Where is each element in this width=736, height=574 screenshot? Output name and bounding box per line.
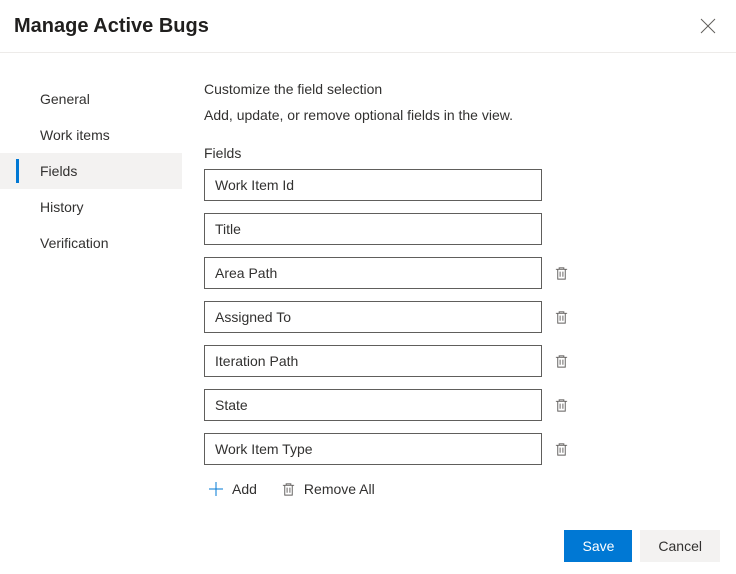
sidebar-item-label: Work items — [40, 127, 110, 143]
sidebar: General Work items Fields History Verifi… — [0, 53, 182, 501]
add-label: Add — [232, 481, 257, 497]
field-row — [204, 213, 722, 245]
delete-field-button[interactable] — [554, 310, 569, 325]
plus-icon — [208, 481, 224, 497]
section-title: Customize the field selection — [204, 81, 722, 97]
dialog-footer: Save Cancel — [564, 530, 720, 562]
delete-field-button[interactable] — [554, 442, 569, 457]
dialog-body: General Work items Fields History Verifi… — [0, 53, 736, 501]
close-icon — [700, 18, 716, 34]
sidebar-item-label: General — [40, 91, 90, 107]
field-row — [204, 433, 722, 465]
sidebar-item-label: History — [40, 199, 84, 215]
delete-field-button[interactable] — [554, 398, 569, 413]
field-input[interactable] — [204, 301, 542, 333]
delete-field-button[interactable] — [554, 266, 569, 281]
dialog-title: Manage Active Bugs — [14, 15, 209, 38]
trash-icon — [554, 310, 569, 325]
field-actions: Add Remove All — [204, 477, 722, 501]
field-input[interactable] — [204, 433, 542, 465]
trash-icon — [281, 482, 296, 497]
sidebar-item-verification[interactable]: Verification — [0, 225, 182, 261]
trash-icon — [554, 266, 569, 281]
field-row — [204, 169, 722, 201]
close-button[interactable] — [696, 14, 720, 38]
field-row — [204, 389, 722, 421]
dialog-header: Manage Active Bugs — [0, 0, 736, 53]
field-input[interactable] — [204, 213, 542, 245]
field-input[interactable] — [204, 257, 542, 289]
field-row — [204, 257, 722, 289]
sidebar-item-work-items[interactable]: Work items — [0, 117, 182, 153]
remove-all-label: Remove All — [304, 481, 375, 497]
trash-icon — [554, 354, 569, 369]
sidebar-item-history[interactable]: History — [0, 189, 182, 225]
field-input[interactable] — [204, 389, 542, 421]
sidebar-item-general[interactable]: General — [0, 81, 182, 117]
sidebar-item-fields[interactable]: Fields — [0, 153, 182, 189]
cancel-button[interactable]: Cancel — [640, 530, 720, 562]
content-pane: Customize the field selection Add, updat… — [182, 53, 736, 501]
trash-icon — [554, 442, 569, 457]
sidebar-item-label: Fields — [40, 163, 77, 179]
add-field-button[interactable]: Add — [208, 481, 257, 497]
remove-all-button[interactable]: Remove All — [281, 481, 375, 497]
trash-icon — [554, 398, 569, 413]
fields-label: Fields — [204, 145, 722, 161]
sidebar-item-label: Verification — [40, 235, 108, 251]
field-input[interactable] — [204, 169, 542, 201]
field-input[interactable] — [204, 345, 542, 377]
delete-field-button[interactable] — [554, 354, 569, 369]
field-row — [204, 345, 722, 377]
save-button[interactable]: Save — [564, 530, 632, 562]
field-row — [204, 301, 722, 333]
section-description: Add, update, or remove optional fields i… — [204, 107, 722, 123]
